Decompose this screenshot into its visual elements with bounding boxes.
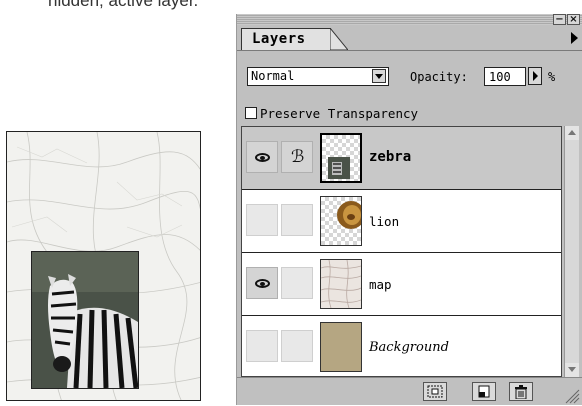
opacity-slider-arrow-icon[interactable] (528, 67, 542, 85)
opacity-input[interactable]: 100 (484, 67, 526, 86)
lion-thumbnail (337, 201, 361, 229)
layer-row-map[interactable]: map (242, 253, 561, 316)
tab-slant (330, 28, 348, 50)
preserve-transparency-checkbox[interactable] (245, 107, 257, 119)
minimize-button[interactable]: − (553, 14, 566, 25)
zebra-photo (31, 251, 139, 389)
zebra-image (32, 252, 138, 388)
layer-thumbnail[interactable] (320, 133, 362, 183)
brush-icon: ℬ (291, 147, 305, 167)
scroll-down-icon[interactable] (565, 363, 579, 377)
visibility-toggle[interactable] (246, 204, 278, 236)
layer-thumbnail[interactable] (320, 196, 362, 246)
add-layer-mask-button[interactable] (423, 382, 447, 401)
visibility-toggle[interactable] (246, 267, 278, 299)
layer-row-zebra[interactable]: ℬ zebra (242, 127, 561, 190)
tab-row: Layers (237, 25, 582, 51)
eye-icon (255, 279, 270, 288)
layers-list: ℬ zebra lion map Background (241, 126, 562, 377)
layer-name: zebra (369, 149, 412, 165)
layers-scrollbar[interactable] (564, 126, 579, 377)
layer-row-background[interactable]: Background (242, 316, 561, 376)
map-thumbnail (321, 260, 361, 308)
scroll-up-icon[interactable] (565, 126, 579, 140)
layer-row-lion[interactable]: lion (242, 190, 561, 253)
edit-lock-toggle[interactable] (281, 330, 313, 362)
visibility-toggle[interactable] (246, 141, 278, 173)
palette-title-bar[interactable]: − × (237, 14, 582, 25)
edit-lock-toggle[interactable] (281, 267, 313, 299)
trash-icon (515, 385, 527, 399)
visibility-toggle[interactable] (246, 330, 278, 362)
opacity-unit: % (548, 70, 556, 84)
new-layer-button[interactable] (472, 382, 496, 401)
opacity-label: Opacity: (410, 70, 468, 84)
new-layer-icon (478, 385, 490, 398)
palette-bottom-bar (237, 377, 582, 406)
layer-name: lion (369, 214, 400, 229)
edit-lock-toggle[interactable] (281, 204, 313, 236)
document-preview (6, 131, 201, 401)
blend-mode-value: Normal (251, 69, 295, 83)
layer-name: map (369, 277, 392, 292)
edit-lock-toggle[interactable]: ℬ (281, 141, 313, 173)
eye-icon (255, 153, 270, 162)
new-layer-mask-icon (427, 385, 443, 398)
layer-thumbnail[interactable] (320, 322, 362, 372)
tab-layers[interactable]: Layers (241, 28, 331, 50)
caption-text: hidden; active layer. (48, 0, 199, 10)
resize-grip-icon[interactable] (564, 388, 580, 404)
preserve-transparency-row[interactable]: Preserve Transparency (245, 106, 418, 121)
blend-mode-select[interactable]: Normal (247, 67, 389, 86)
layer-thumbnail[interactable] (320, 259, 362, 309)
palette-menu-arrow-icon[interactable] (571, 32, 578, 44)
chevron-down-icon[interactable] (372, 69, 386, 83)
delete-layer-button[interactable] (509, 382, 533, 401)
layers-palette: − × Layers Normal Opacity: 100 % Preserv… (236, 14, 582, 405)
layer-name: Background (369, 340, 449, 355)
close-button[interactable]: × (567, 14, 580, 25)
zebra-thumbnail (328, 157, 350, 179)
preserve-transparency-label: Preserve Transparency (260, 106, 419, 121)
